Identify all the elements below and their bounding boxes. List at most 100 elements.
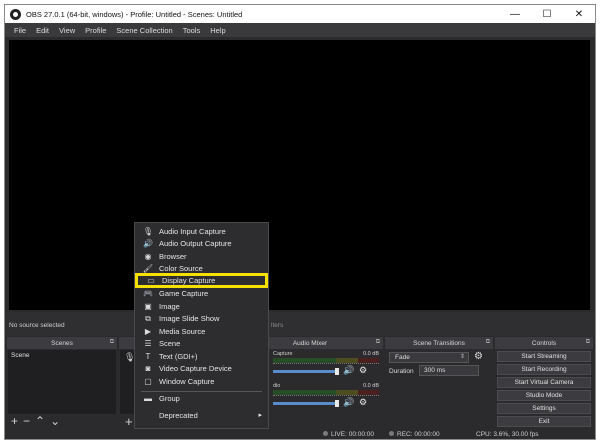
menu-tools[interactable]: Tools [178, 26, 206, 35]
maximize-button[interactable]: ☐ [531, 5, 563, 23]
menu-item-video-capture-device[interactable]: ◙ Video Capture Device [135, 363, 268, 376]
gear-icon[interactable]: ⚙ [359, 397, 367, 408]
obs-logo-icon [10, 8, 21, 20]
undock-icon[interactable]: ⧉ [586, 339, 590, 346]
transition-selected: Fade [395, 354, 410, 361]
list-icon: ☰ [144, 339, 152, 349]
speaker-icon: 🔊 [143, 239, 153, 249]
preview-canvas[interactable] [9, 40, 590, 310]
move-down-icon[interactable]: ⌄ [50, 414, 60, 428]
volume-slider[interactable] [273, 368, 339, 375]
speaker-icon[interactable]: 🔊 [343, 397, 354, 408]
scene-list[interactable]: Scene [8, 350, 116, 414]
cpu-status: CPU: 3.6%, 30.00 fps [476, 431, 539, 438]
undock-icon[interactable]: ⧉ [110, 339, 114, 346]
status-bar: LIVE: 00:00:00 REC: 00:00:00 CPU: 3.6%, … [5, 431, 595, 439]
undock-icon[interactable]: ⧉ [376, 339, 380, 346]
menu-item-image[interactable]: ▣ Image [135, 300, 268, 313]
menu-item-label: Audio Output Capture [159, 239, 232, 249]
scene-list-item[interactable]: Scene [8, 350, 116, 361]
controls-body: Start Streaming Start Recording Start Vi… [495, 349, 593, 431]
transitions-body: Fade ⇕ ⚙ Duration 300 ms [385, 349, 493, 431]
menu-item-media-source[interactable]: ▶ Media Source [135, 325, 268, 338]
menu-item-label: Game Capture [159, 289, 209, 299]
play-icon: ▶ [144, 326, 152, 336]
menu-item-label: Video Capture Device [159, 364, 232, 374]
close-button[interactable]: ✕ [563, 5, 595, 23]
exit-button[interactable]: Exit [497, 416, 591, 427]
menu-item-label: Media Source [159, 326, 206, 336]
menu-profile[interactable]: Profile [80, 26, 111, 35]
duration-input[interactable]: 300 ms [419, 365, 479, 376]
rec-status: REC: 00:00:00 [389, 431, 440, 438]
menu-item-browser[interactable]: ◉ Browser [135, 250, 268, 263]
menu-file[interactable]: File [9, 26, 31, 35]
undock-icon[interactable]: ⧉ [486, 339, 490, 346]
globe-icon: ◉ [144, 251, 152, 261]
menu-item-scene[interactable]: ☰ Scene [135, 338, 268, 351]
speaker-icon[interactable]: 🔊 [343, 365, 354, 376]
source-toolbar: No source selected lters [5, 312, 595, 336]
menu-item-game-capture[interactable]: 🎮 Game Capture [135, 288, 268, 301]
menu-item-window-capture[interactable]: ▢ Window Capture [135, 375, 268, 388]
live-indicator-icon [323, 431, 328, 436]
start-recording-button[interactable]: Start Recording [497, 364, 591, 375]
filters-button[interactable]: lters [271, 322, 283, 329]
transition-select[interactable]: Fade ⇕ [389, 352, 469, 363]
start-streaming-button[interactable]: Start Streaming [497, 351, 591, 362]
menu-view[interactable]: View [54, 26, 80, 35]
duration-label: Duration [389, 368, 414, 375]
text-icon: T [145, 351, 151, 361]
remove-scene-icon[interactable]: − [23, 414, 30, 428]
live-time: LIVE: 00:00:00 [331, 431, 375, 438]
menu-bar: File Edit View Profile Scene Collection … [5, 23, 595, 37]
window-icon: ▢ [144, 376, 152, 386]
menu-item-text-gdi[interactable]: T Text (GDI+) [135, 350, 268, 363]
rec-indicator-icon [389, 431, 394, 436]
submenu-arrow-icon: ▸ [258, 412, 262, 420]
gear-icon[interactable]: ⚙ [474, 351, 483, 362]
menu-item-label: Browser [159, 251, 187, 261]
window-title: OBS 27.0.1 (64-bit, windows) - Profile: … [26, 9, 243, 19]
channel-name: Capture [273, 351, 293, 357]
gamepad-icon: 🎮 [143, 289, 153, 299]
move-up-icon[interactable]: ⌃ [35, 414, 45, 428]
add-source-icon[interactable]: + [125, 414, 133, 429]
settings-button[interactable]: Settings [497, 403, 591, 414]
controls-dock: Controls ⧉ Start Streaming Start Recordi… [495, 337, 593, 431]
menu-item-group[interactable]: ▬ Group [135, 392, 268, 405]
menu-item-audio-input-capture[interactable]: 🎙 Audio Input Capture [135, 225, 268, 238]
volume-slider[interactable] [273, 400, 339, 407]
channel-db: 0.0 dB [363, 351, 379, 357]
title-bar: OBS 27.0.1 (64-bit, windows) - Profile: … [5, 5, 595, 23]
minimize-button[interactable]: — [499, 5, 531, 23]
slider-handle[interactable] [335, 400, 339, 407]
chevron-updown-icon: ⇕ [459, 354, 465, 360]
controls-dock-header: Controls ⧉ [495, 337, 593, 349]
slider-handle[interactable] [335, 368, 339, 375]
studio-mode-button[interactable]: Studio Mode [497, 390, 591, 401]
channel-name: dio [273, 383, 281, 389]
camera-icon: ◙ [145, 364, 151, 374]
menu-item-label: Display Capture [162, 276, 216, 285]
menu-item-display-capture[interactable]: ▭ Display Capture [135, 273, 268, 288]
gear-icon[interactable]: ⚙ [359, 365, 367, 376]
scenes-dock: Scenes ⧉ Scene + − ⌃ ⌄ [7, 337, 117, 431]
start-virtual-camera-button[interactable]: Start Virtual Camera [497, 377, 591, 388]
scene-toolbar: + − ⌃ ⌄ [11, 414, 60, 428]
mixer-channel: dio 0.0 dB 🔊 ⚙ [273, 383, 379, 413]
menu-help[interactable]: Help [205, 26, 230, 35]
menu-item-deprecated[interactable]: Deprecated ▸ [135, 409, 268, 422]
add-scene-icon[interactable]: + [11, 414, 18, 428]
menu-item-label: Text (GDI+) [159, 351, 198, 361]
scenes-dock-body: Scene + − ⌃ ⌄ [7, 349, 117, 431]
menu-item-label: Scene [159, 339, 181, 349]
menu-item-label: Deprecated [159, 410, 198, 420]
menu-item-label: Window Capture [159, 376, 215, 386]
menu-edit[interactable]: Edit [31, 26, 54, 35]
menu-scene-collection[interactable]: Scene Collection [111, 26, 177, 35]
obs-window: OBS 27.0.1 (64-bit, windows) - Profile: … [4, 4, 596, 440]
menu-item-image-slide-show[interactable]: ⧉ Image Slide Show [135, 313, 268, 326]
channel-db: 0.0 dB [363, 383, 379, 389]
menu-item-audio-output-capture[interactable]: 🔊 Audio Output Capture [135, 238, 268, 251]
